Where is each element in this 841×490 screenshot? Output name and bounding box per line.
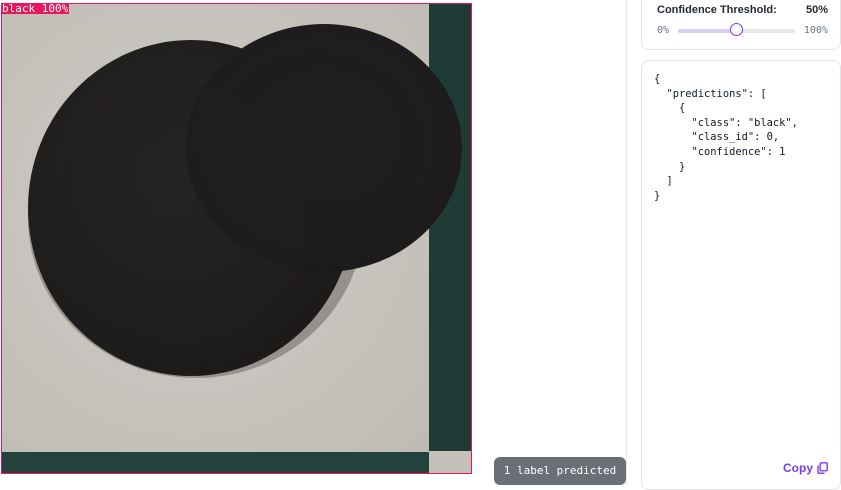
copy-button[interactable]: Copy (783, 461, 828, 475)
confidence-threshold-slider[interactable] (678, 23, 795, 36)
slider-max-label: 100% (803, 25, 828, 36)
confidence-threshold-value: 50% (805, 4, 828, 16)
json-output: { "predictions": [ { "class": "black", "… (654, 73, 798, 202)
slider-thumb[interactable] (729, 23, 743, 36)
copy-button-label: Copy (783, 461, 813, 475)
json-output-card: { "predictions": [ { "class": "black", "… (641, 60, 841, 490)
confidence-threshold-label: Confidence Threshold: (657, 4, 777, 16)
confidence-threshold-card: Confidence Threshold: 50% 0% 100% (641, 0, 841, 50)
labels-predicted-toast: 1 label predicted (494, 457, 626, 485)
detection-label: black 100% (1, 2, 70, 15)
prediction-image (1, 3, 472, 474)
slider-fill (678, 29, 737, 33)
copy-icon (817, 462, 828, 474)
checker-piece-photo (1, 3, 472, 474)
slider-min-label: 0% (657, 25, 670, 36)
panel-divider (626, 0, 627, 485)
